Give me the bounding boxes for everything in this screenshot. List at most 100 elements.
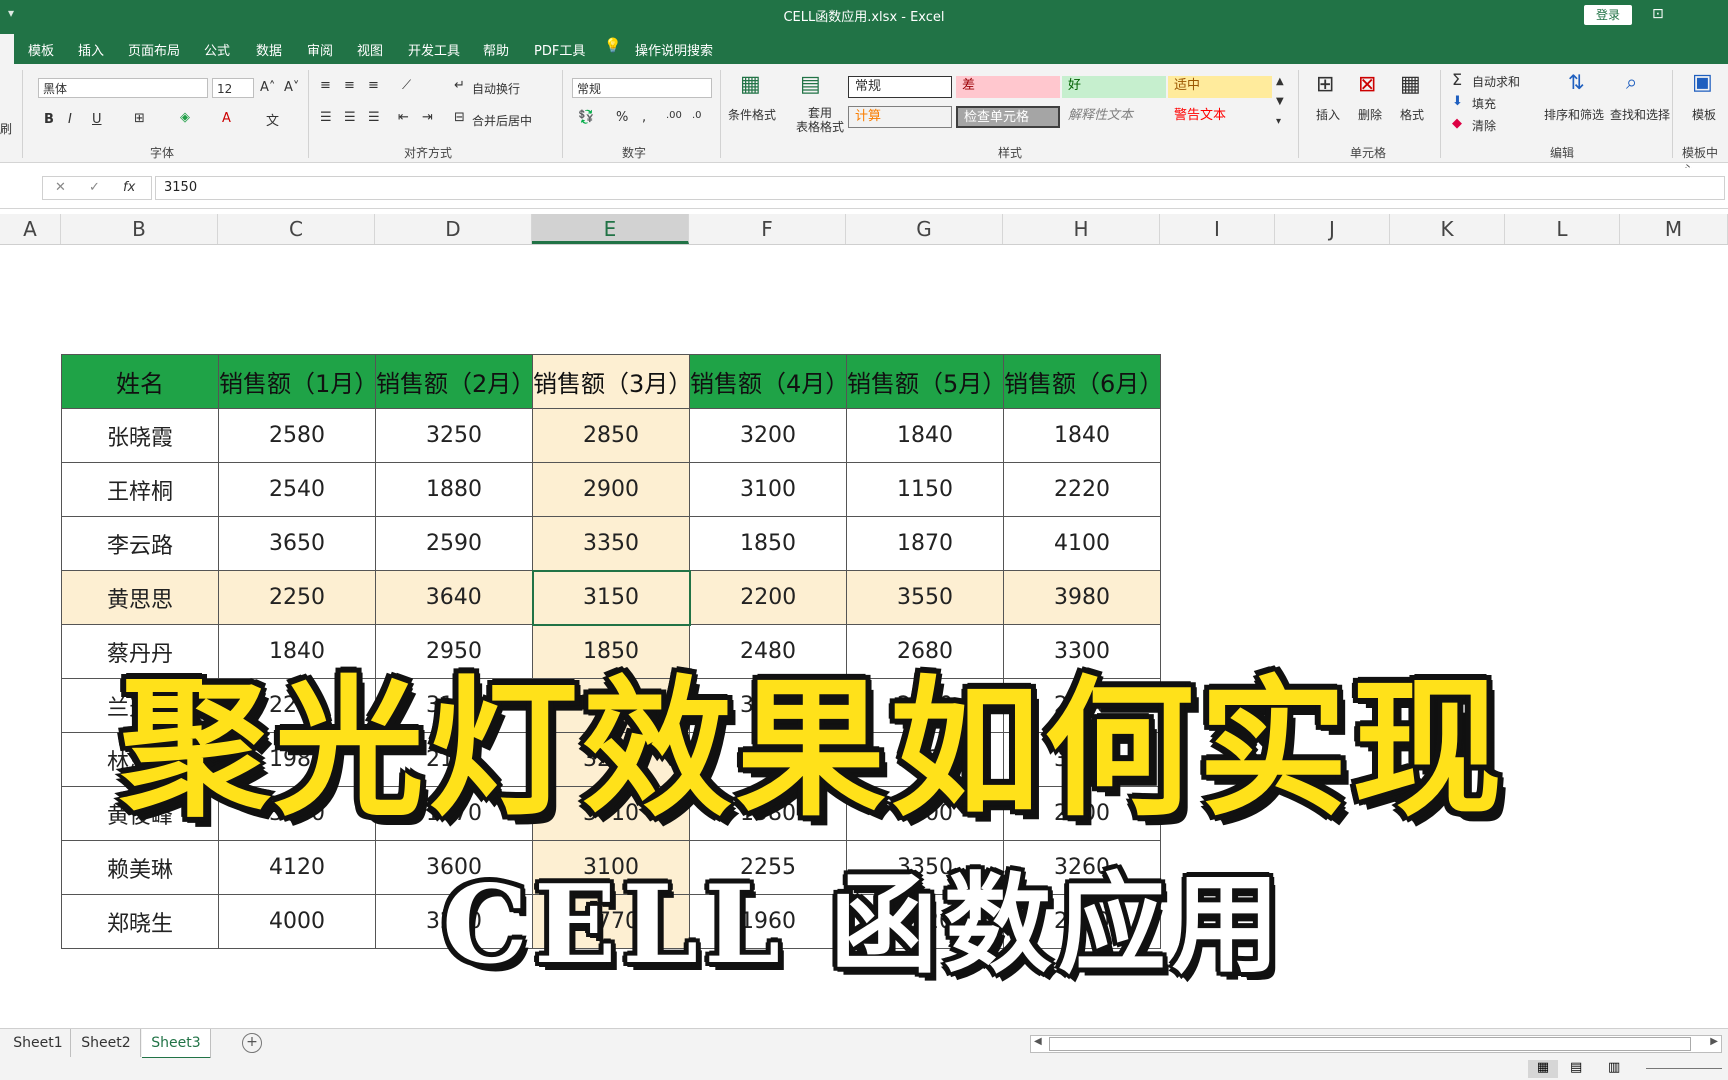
scroll-left-icon[interactable]: ◀ <box>1034 1036 1042 1047</box>
format-as-table-button[interactable]: 套用 表格格式 <box>796 106 844 134</box>
add-sheet-icon[interactable]: + <box>242 1033 262 1053</box>
column-header-l[interactable]: L <box>1505 214 1620 244</box>
styles-scroll-up-icon[interactable]: ▲ <box>1276 76 1284 87</box>
tab-formulas[interactable]: 公式 <box>204 40 230 59</box>
sales-cell[interactable]: 2850 <box>532 408 690 463</box>
sales-cell[interactable]: 1840 <box>846 408 1004 463</box>
sales-cell[interactable]: 2580 <box>218 408 376 463</box>
number-format-select[interactable]: 常规 <box>572 78 712 98</box>
insert-function-icon[interactable]: fx <box>123 180 135 195</box>
align-middle-icon[interactable]: ≡ <box>344 78 355 93</box>
scrollbar-thumb[interactable] <box>1049 1037 1691 1051</box>
column-header-b[interactable]: B <box>61 214 218 244</box>
sales-cell[interactable]: 2540 <box>218 462 376 517</box>
wrap-text-icon[interactable]: ↵ <box>454 78 465 93</box>
normal-view-icon[interactable]: ▦ <box>1528 1060 1558 1078</box>
name-cell[interactable]: 赖美琳 <box>61 840 219 895</box>
format-as-table-icon[interactable]: ▤ <box>800 72 821 97</box>
sales-cell[interactable]: 2590 <box>375 516 533 571</box>
login-button[interactable]: 登录 <box>1584 5 1632 25</box>
style-normal[interactable]: 常规 <box>848 76 952 98</box>
tab-data[interactable]: 数据 <box>256 40 282 59</box>
sales-cell[interactable]: 3650 <box>218 516 376 571</box>
column-header-d[interactable]: D <box>375 214 532 244</box>
table-header-cell[interactable]: 销售额（1月） <box>218 354 378 409</box>
name-cell[interactable]: 王梓桐 <box>61 462 219 517</box>
name-cell[interactable]: 黄思思 <box>61 570 219 625</box>
autosum-button[interactable]: 自动求和 <box>1472 73 1520 90</box>
accounting-format-icon[interactable]: 💱 <box>578 110 594 125</box>
sales-cell[interactable]: 4100 <box>1003 516 1161 571</box>
sales-cell[interactable]: 3980 <box>1003 570 1161 625</box>
style-neutral[interactable]: 适中 <box>1168 76 1272 98</box>
column-header-e[interactable]: E <box>532 214 689 244</box>
wrap-text-button[interactable]: 自动换行 <box>472 80 520 97</box>
column-header-m[interactable]: M <box>1620 214 1728 244</box>
cancel-icon[interactable]: ✕ <box>55 180 66 195</box>
sales-cell[interactable]: 2200 <box>689 570 847 625</box>
orientation-icon[interactable]: ⟋ <box>402 78 411 93</box>
table-header-cell[interactable]: 销售额（3月） <box>532 354 692 409</box>
italic-icon[interactable]: I <box>68 112 72 127</box>
find-select-icon[interactable]: ⌕ <box>1626 70 1637 94</box>
formula-input[interactable]: 3150 <box>155 176 1725 200</box>
tab-review[interactable]: 审阅 <box>307 40 333 59</box>
find-select-button[interactable]: 查找和选择 <box>1610 106 1670 123</box>
style-calculation[interactable]: 计算 <box>848 106 952 128</box>
sales-cell[interactable]: 2220 <box>1003 462 1161 517</box>
tab-template[interactable]: 模板 <box>28 40 54 59</box>
sort-filter-icon[interactable]: ⇅ <box>1568 70 1585 94</box>
column-header-i[interactable]: I <box>1160 214 1275 244</box>
column-header-a[interactable]: A <box>0 214 61 244</box>
bold-icon[interactable]: B <box>44 112 54 127</box>
sheet-tab-1[interactable]: Sheet1 <box>6 1029 71 1057</box>
decrease-decimal-icon[interactable]: .0 <box>692 110 702 121</box>
insert-cells-button[interactable]: 插入 <box>1316 106 1340 123</box>
conditional-format-icon[interactable]: ▦ <box>740 72 761 97</box>
tab-page-layout[interactable]: 页面布局 <box>128 40 180 59</box>
name-cell[interactable]: 张晓霞 <box>61 408 219 463</box>
horizontal-scrollbar[interactable]: ◀ ▶ <box>1030 1035 1722 1053</box>
sales-cell[interactable]: 1850 <box>689 516 847 571</box>
sales-cell[interactable]: 3250 <box>375 408 533 463</box>
page-layout-view-icon[interactable]: ▤ <box>1570 1060 1582 1075</box>
fill-button[interactable]: 填充 <box>1472 95 1496 112</box>
table-header-cell[interactable]: 销售额（2月） <box>375 354 535 409</box>
comma-style-icon[interactable]: , <box>642 110 646 125</box>
align-center-icon[interactable]: ☰ <box>344 110 356 125</box>
autosum-icon[interactable]: Σ <box>1452 70 1462 89</box>
sales-cell[interactable]: 3350 <box>532 516 690 571</box>
style-check-cell[interactable]: 检查单元格 <box>956 106 1060 128</box>
column-header-g[interactable]: G <box>846 214 1003 244</box>
zoom-slider[interactable] <box>1646 1068 1722 1069</box>
tab-developer[interactable]: 开发工具 <box>408 40 460 59</box>
font-name-select[interactable]: 黑体 <box>38 78 208 98</box>
fill-color-icon[interactable]: ◈ <box>180 110 190 125</box>
conditional-format-button[interactable]: 条件格式 <box>728 106 776 123</box>
sales-cell[interactable]: 1880 <box>375 462 533 517</box>
sales-cell[interactable]: 4120 <box>218 840 376 895</box>
column-header-k[interactable]: K <box>1390 214 1505 244</box>
align-left-icon[interactable]: ☰ <box>320 110 332 125</box>
sort-filter-button[interactable]: 排序和筛选 <box>1544 106 1604 123</box>
sales-cell[interactable]: 3150 <box>531 569 691 626</box>
merge-center-icon[interactable]: ⊟ <box>454 110 465 125</box>
increase-font-icon[interactable]: A˄ <box>260 80 275 95</box>
format-cells-button[interactable]: 格式 <box>1400 106 1424 123</box>
sales-cell[interactable]: 1870 <box>846 516 1004 571</box>
table-header-cell[interactable]: 销售额（6月） <box>1003 354 1163 409</box>
merge-center-button[interactable]: 合并后居中 <box>472 112 532 129</box>
sales-cell[interactable]: 2250 <box>218 570 376 625</box>
sales-cell[interactable]: 3100 <box>689 462 847 517</box>
sheet-tab-2[interactable]: Sheet2 <box>72 1029 141 1057</box>
sales-cell[interactable]: 2900 <box>532 462 690 517</box>
style-explanatory[interactable]: 解释性文本 <box>1062 106 1166 128</box>
style-good[interactable]: 好 <box>1062 76 1166 98</box>
table-header-cell[interactable]: 姓名 <box>61 354 219 409</box>
table-header-cell[interactable]: 销售额（4月） <box>689 354 849 409</box>
align-bottom-icon[interactable]: ≡ <box>368 78 379 93</box>
increase-indent-icon[interactable]: ⇥ <box>422 110 433 125</box>
ribbon-display-options-icon[interactable]: ⊡ <box>1652 6 1664 22</box>
table-header-cell[interactable]: 销售额（5月） <box>846 354 1006 409</box>
scroll-right-icon[interactable]: ▶ <box>1710 1036 1718 1047</box>
